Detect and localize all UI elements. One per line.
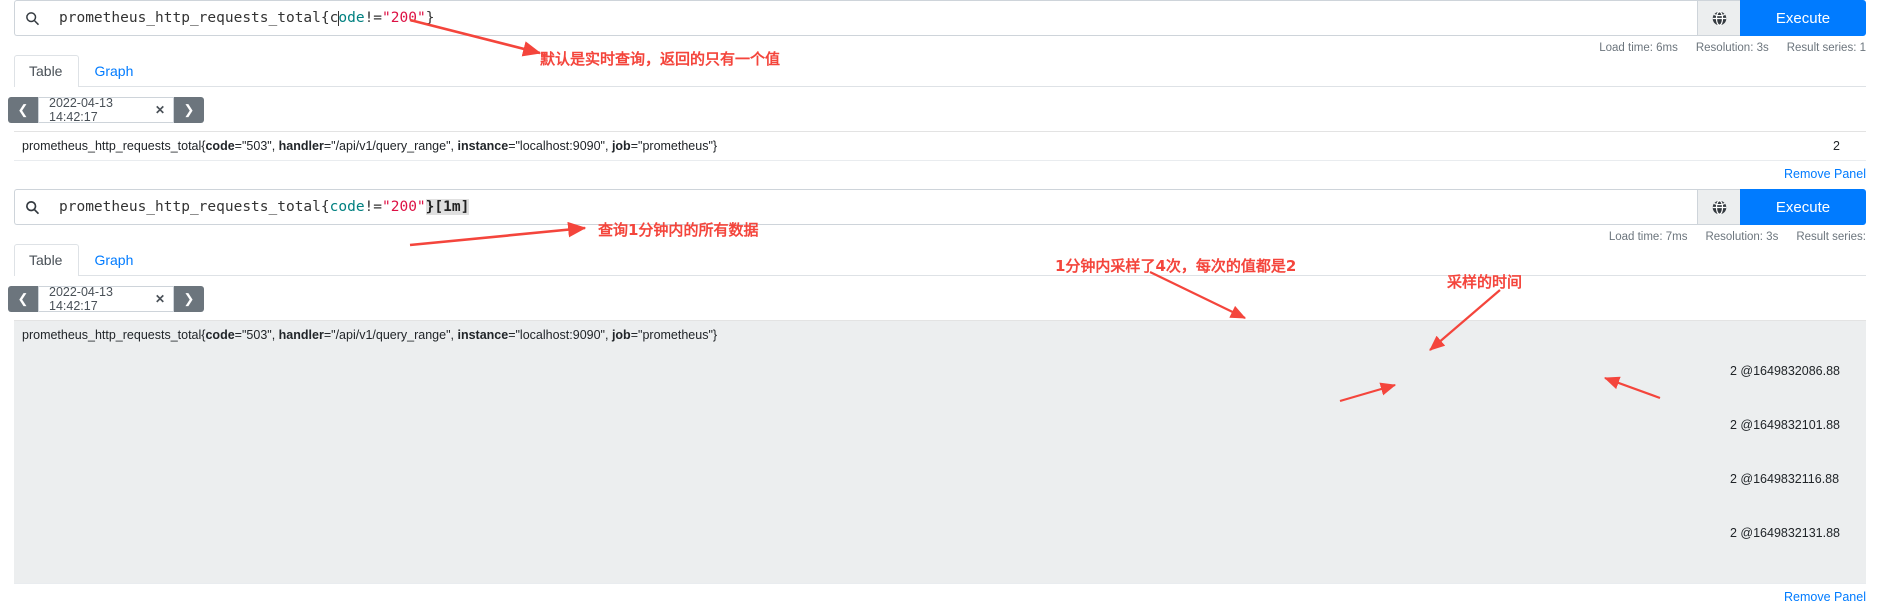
query-text-op-2: !=: [364, 199, 383, 215]
query-text-label-1: ode: [338, 10, 365, 26]
result-series-1: Result series: 1: [1786, 42, 1866, 54]
sample-value: 2 @1649832101.88: [1729, 418, 1840, 432]
globe-icon[interactable]: [1697, 0, 1740, 36]
time-input-2[interactable]: 2022-04-13 14:42:17 ✕: [38, 285, 174, 313]
execute-button-2[interactable]: Execute: [1740, 189, 1866, 225]
label-value-instance: "localhost:9090": [515, 139, 606, 153]
chevron-right-icon[interactable]: ❯: [174, 286, 204, 312]
tab-table-1[interactable]: Table: [14, 55, 80, 87]
close-icon[interactable]: ✕: [155, 292, 165, 306]
query-row-1: prometheus_http_requests_total{c ode != "20…: [14, 0, 1866, 36]
result-series-2: Result series:: [1796, 231, 1866, 243]
query-text-op-1: !=: [364, 10, 383, 26]
query-panel-2: prometheus_http_requests_total{code != "20…: [0, 189, 1880, 604]
label-value-job: "prometheus": [638, 328, 713, 342]
query-panel-1: prometheus_http_requests_total{c ode != "20…: [0, 0, 1880, 181]
query-text-string-2: "200": [382, 199, 426, 215]
time-input-1[interactable]: 2022-04-13 14:42:17 ✕: [38, 96, 174, 124]
label-value-code: "503": [241, 139, 272, 153]
metric-label-2: prometheus_http_requests_total{code="503…: [22, 328, 718, 342]
result-table-1: prometheus_http_requests_total{code="503…: [14, 131, 1866, 161]
globe-icon[interactable]: [1697, 189, 1740, 225]
remove-panel-button-2[interactable]: Remove Panel: [0, 584, 1880, 604]
load-time-1: Load time: 6ms: [1599, 42, 1678, 54]
tabs-1: Table Graph: [14, 54, 1866, 87]
result-table-2: prometheus_http_requests_total{code="503…: [14, 320, 1866, 584]
label-key-instance: instance: [457, 139, 509, 153]
label-value-code: "503": [241, 328, 272, 342]
metric-label-1: prometheus_http_requests_total{code="503…: [22, 139, 718, 153]
time-value-2: 2022-04-13 14:42:17: [49, 285, 113, 313]
execute-button-1[interactable]: Execute: [1740, 0, 1866, 36]
result-value-1: 2: [1833, 139, 1840, 153]
search-icon: [14, 189, 49, 225]
label-value-instance: "localhost:9090": [515, 328, 606, 342]
query-text-prefix-1: prometheus_http_requests_total{c: [59, 10, 339, 26]
tab-graph-2[interactable]: Graph: [79, 244, 150, 276]
label-value-handler: "/api/v1/query_range": [331, 139, 451, 153]
label-value-handler: "/api/v1/query_range": [331, 328, 451, 342]
resolution-1: Resolution: 3s: [1695, 42, 1769, 54]
label-key-handler: handler: [278, 139, 324, 153]
label-key-instance: instance: [457, 328, 509, 342]
sample-value: 2 @1649832116.88: [1729, 472, 1840, 486]
label-value-job: "prometheus": [638, 139, 713, 153]
close-icon[interactable]: ✕: [155, 103, 165, 117]
table-row: prometheus_http_requests_total{code="503…: [14, 321, 1866, 584]
tab-graph-1[interactable]: Graph: [79, 55, 150, 87]
query-text-prefix-2: prometheus_http_requests_total{: [59, 199, 330, 215]
label-key-code: code: [205, 328, 235, 342]
search-icon: [14, 0, 49, 36]
label-key-code: code: [205, 139, 235, 153]
result-values-2: 2 @1649832086.88 2 @1649832101.88 2 @164…: [1730, 326, 1858, 578]
label-key-job: job: [611, 328, 631, 342]
metric-name-text: prometheus_http_requests_total: [22, 328, 202, 342]
label-key-handler: handler: [278, 328, 324, 342]
query-text-selection-2: }[1m]: [425, 199, 470, 215]
label-key-job: job: [611, 139, 631, 153]
query-text-string-1: "200": [382, 10, 426, 26]
query-text-label-2: code: [329, 199, 365, 215]
query-text-brace-1: }: [425, 10, 435, 26]
tab-table-2[interactable]: Table: [14, 244, 80, 276]
time-control-1: ❮ 2022-04-13 14:42:17 ✕ ❯: [8, 96, 204, 124]
tabs-2: Table Graph: [14, 243, 1866, 276]
time-control-2: ❮ 2022-04-13 14:42:17 ✕ ❯: [8, 285, 204, 313]
remove-panel-button-1[interactable]: Remove Panel: [0, 161, 1880, 181]
query-row-2: prometheus_http_requests_total{code != "20…: [14, 189, 1866, 225]
load-time-2: Load time: 7ms: [1608, 231, 1688, 243]
time-value-1: 2022-04-13 14:42:17: [49, 96, 113, 124]
chevron-left-icon[interactable]: ❮: [8, 97, 38, 123]
chevron-left-icon[interactable]: ❮: [8, 286, 38, 312]
metric-name-text: prometheus_http_requests_total: [22, 139, 202, 153]
chevron-right-icon[interactable]: ❯: [174, 97, 204, 123]
resolution-2: Resolution: 3s: [1705, 231, 1779, 243]
query-input-1[interactable]: prometheus_http_requests_total{c ode != "20…: [49, 0, 1697, 36]
table-row: prometheus_http_requests_total{code="503…: [14, 132, 1866, 161]
query-input-2[interactable]: prometheus_http_requests_total{code != "20…: [49, 189, 1697, 225]
sample-value: 2 @1649832131.88: [1729, 526, 1840, 540]
sample-value: 2 @1649832086.88: [1729, 364, 1840, 378]
